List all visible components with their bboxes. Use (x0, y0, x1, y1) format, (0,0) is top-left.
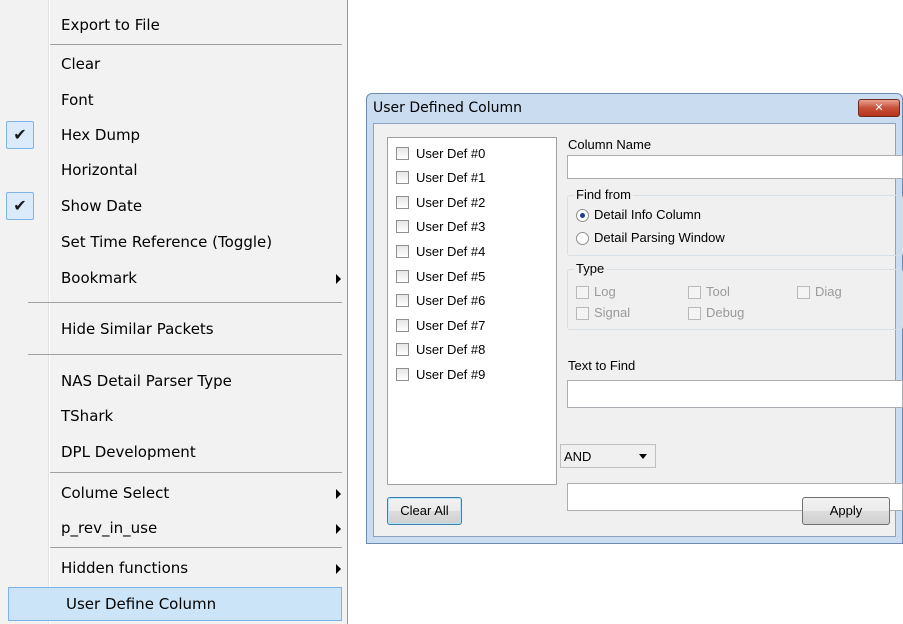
checkbox[interactable] (396, 368, 409, 381)
menu-item-label: DPL Development (61, 443, 196, 461)
user-def-label: User Def #4 (416, 244, 486, 259)
checkbox-signal[interactable] (576, 307, 589, 320)
radio-detail-info-column[interactable] (576, 209, 589, 222)
menu-item-horizontal[interactable]: Horizontal (3, 153, 341, 187)
close-icon: ✕ (874, 101, 884, 114)
menu-item-hidden-functions[interactable]: Hidden functions (3, 551, 341, 585)
menu-item-export-to-file[interactable]: Export to File (3, 8, 341, 42)
menu-item-tshark[interactable]: TShark (3, 399, 341, 433)
menu-item-label: Set Time Reference (Toggle) (61, 233, 273, 251)
column-name-label: Column Name (568, 137, 652, 152)
checkbox[interactable] (396, 270, 409, 283)
menu-item-nas-detail-parser-type[interactable]: NAS Detail Parser Type (3, 364, 341, 398)
type-group: Type Log Tool Diag Signal Debug (567, 261, 903, 330)
checkbox-tool[interactable] (688, 286, 701, 299)
clear-all-button[interactable]: Clear All (387, 497, 462, 525)
menu-item-set-time-reference[interactable]: Set Time Reference (Toggle) (3, 225, 341, 259)
radio-detail-parsing-window[interactable] (576, 232, 589, 245)
menu-separator (50, 472, 342, 473)
checkmark-icon: ✔ (6, 121, 34, 149)
text-to-find-label: Text to Find (568, 358, 636, 373)
checkbox[interactable] (396, 245, 409, 258)
user-def-label: User Def #0 (416, 146, 486, 161)
menu-separator (28, 354, 342, 355)
radio-label: Detail Info Column (594, 207, 701, 222)
user-def-label: User Def #7 (416, 318, 486, 333)
menu-item-user-define-column[interactable]: User Define Column (8, 587, 342, 621)
user-def-label: User Def #1 (416, 170, 486, 185)
text-to-find-input[interactable] (567, 380, 903, 408)
menu-item-label: User Define Column (66, 595, 217, 613)
chevron-down-icon (639, 454, 647, 459)
submenu-arrow-icon (336, 489, 341, 499)
user-def-list: User Def #0 User Def #1 User Def #2 User… (387, 137, 557, 485)
menu-item-label: NAS Detail Parser Type (61, 372, 232, 390)
checkbox-log[interactable] (576, 286, 589, 299)
close-button[interactable]: ✕ (858, 99, 900, 117)
find-from-group: Find from Detail Info Column Detail Pars… (567, 187, 903, 256)
menu-item-dpl-development[interactable]: DPL Development (3, 435, 341, 469)
checkbox[interactable] (396, 319, 409, 332)
submenu-arrow-icon (336, 274, 341, 284)
operator-select[interactable]: AND (560, 444, 656, 468)
checkbox[interactable] (396, 343, 409, 356)
menu-item-label: Export to File (61, 16, 160, 34)
menu-item-hide-similar-packets[interactable]: Hide Similar Packets (3, 312, 341, 346)
user-def-label: User Def #6 (416, 293, 486, 308)
checkbox[interactable] (396, 171, 409, 184)
apply-button[interactable]: Apply (802, 497, 890, 525)
checkmark-icon: ✔ (6, 192, 34, 220)
column-name-input[interactable] (567, 155, 903, 179)
menu-item-label: TShark (61, 407, 114, 425)
submenu-arrow-icon (336, 524, 341, 534)
find-from-label: Find from (574, 187, 633, 202)
checkbox[interactable] (396, 220, 409, 233)
menu-item-label: Font (61, 91, 94, 109)
menu-item-hex-dump[interactable]: ✔ Hex Dump (3, 118, 341, 152)
menu-item-show-date[interactable]: ✔ Show Date (3, 189, 341, 223)
checkbox[interactable] (396, 294, 409, 307)
menu-separator (28, 302, 342, 303)
checkbox[interactable] (396, 147, 409, 160)
menu-item-label: Horizontal (61, 161, 138, 179)
type-option-label: Signal (594, 305, 631, 320)
user-defined-column-dialog: User Defined Column ✕ User Def #0 User D… (366, 93, 903, 544)
type-option-label: Diag (815, 284, 842, 299)
user-def-label: User Def #5 (416, 269, 486, 284)
user-def-label: User Def #8 (416, 342, 486, 357)
dialog-body: User Def #0 User Def #1 User Def #2 User… (373, 123, 903, 537)
operator-value: AND (564, 449, 592, 464)
menu-item-label: Hex Dump (61, 126, 141, 144)
dialog-titlebar[interactable]: User Defined Column ✕ (367, 94, 902, 122)
user-def-label: User Def #9 (416, 367, 486, 382)
menu-item-label: Hidden functions (61, 559, 189, 577)
menu-separator (50, 547, 342, 548)
menu-item-font[interactable]: Font (3, 83, 341, 117)
menu-item-label: Show Date (61, 197, 143, 215)
radio-label: Detail Parsing Window (594, 230, 725, 245)
type-option-label: Log (594, 284, 616, 299)
menu-item-clear[interactable]: Clear (3, 47, 341, 81)
submenu-arrow-icon (336, 564, 341, 574)
menu-item-label: p_rev_in_use (61, 519, 158, 537)
menu-item-label: Clear (61, 55, 101, 73)
checkbox-debug[interactable] (688, 307, 701, 320)
menu-item-colume-select[interactable]: Colume Select (3, 476, 341, 510)
menu-item-label: Hide Similar Packets (61, 320, 214, 338)
user-def-label: User Def #2 (416, 195, 486, 210)
context-menu: Export to File Clear Font ✔ Hex Dump Hor… (0, 0, 348, 624)
user-def-label: User Def #3 (416, 219, 486, 234)
menu-item-p-rev-in-use[interactable]: p_rev_in_use (3, 511, 341, 545)
type-option-label: Tool (706, 284, 730, 299)
menu-separator (50, 44, 342, 45)
type-label: Type (574, 261, 607, 276)
menu-item-bookmark[interactable]: Bookmark (3, 261, 341, 295)
menu-item-label: Bookmark (61, 269, 137, 287)
menu-item-label: Colume Select (61, 484, 170, 502)
checkbox-diag[interactable] (797, 286, 810, 299)
dialog-title: User Defined Column (373, 100, 523, 116)
checkbox[interactable] (396, 196, 409, 209)
type-option-label: Debug (706, 305, 745, 320)
